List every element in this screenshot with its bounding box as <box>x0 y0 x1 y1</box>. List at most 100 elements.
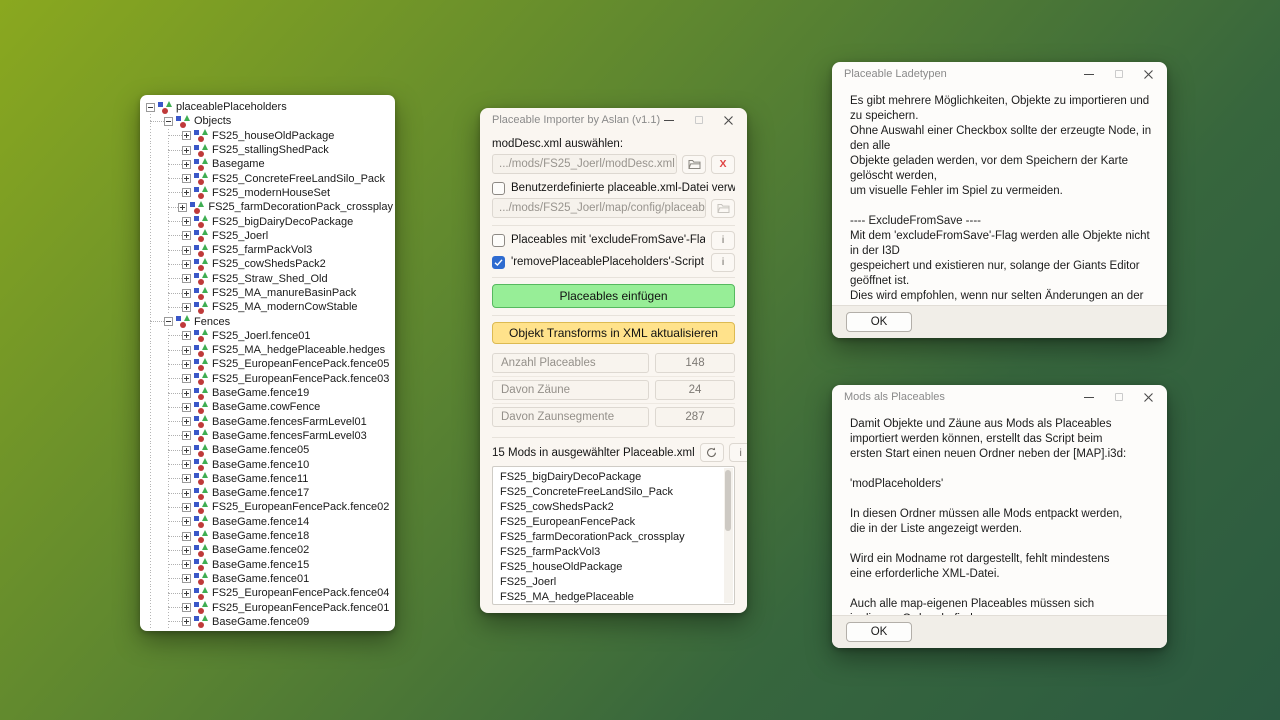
tree-expander-icon[interactable] <box>182 146 191 155</box>
tree-item[interactable]: FS25_MA_modernCowStable <box>140 300 393 314</box>
maximize-icon[interactable] <box>1113 392 1124 403</box>
tree-item[interactable]: BaseGame.fencesFarmLevel03 <box>140 429 393 443</box>
minimize-icon[interactable] <box>1083 69 1094 80</box>
tree-item[interactable]: BaseGame.fence05 <box>140 443 393 457</box>
tree-expander-icon[interactable] <box>182 131 191 140</box>
list-item[interactable]: FS25_cowShedsPack2 <box>493 500 734 515</box>
tree-item[interactable]: BaseGame.fence18 <box>140 529 393 543</box>
tree-expander-icon[interactable] <box>182 389 191 398</box>
tree-item[interactable]: BaseGame.fence15 <box>140 558 393 572</box>
close-icon[interactable] <box>1143 69 1154 80</box>
tree-expander-icon[interactable] <box>164 117 173 126</box>
tree-expander-icon[interactable] <box>182 246 191 255</box>
tree-expander-icon[interactable] <box>182 603 191 612</box>
clear-moddesc-button[interactable]: X <box>711 155 735 174</box>
ladetypen-titlebar[interactable]: Placeable Ladetypen <box>832 62 1167 86</box>
ok-button[interactable]: OK <box>846 622 912 642</box>
tree-expander-icon[interactable] <box>182 260 191 269</box>
tree-item[interactable]: FS25_houseOldPackage <box>140 129 393 143</box>
tree-expander-icon[interactable] <box>182 217 191 226</box>
insert-placeables-button[interactable]: Placeables einfügen <box>492 284 735 308</box>
tree-expander-icon[interactable] <box>178 203 187 212</box>
importer-titlebar[interactable]: Placeable Importer by Aslan (v1.1) <box>480 108 747 132</box>
list-item[interactable]: FS25_houseOldPackage <box>493 560 734 575</box>
refresh-button[interactable] <box>700 443 724 462</box>
tree-item[interactable]: FS25_stallingShedPack <box>140 143 393 157</box>
tree-expander-icon[interactable] <box>182 446 191 455</box>
tree-item[interactable]: FS25_bigDairyDecoPackage <box>140 214 393 228</box>
scrollbar-thumb[interactable] <box>725 470 731 531</box>
tree-item[interactable]: Fences <box>140 314 393 328</box>
tree-expander-icon[interactable] <box>164 317 173 326</box>
tree-item[interactable]: FS25_MA_manureBasinPack <box>140 286 393 300</box>
tree-expander-icon[interactable] <box>182 560 191 569</box>
ok-button[interactable]: OK <box>846 312 912 332</box>
tree-item[interactable]: FS25_EuropeanFencePack.fence02 <box>140 500 393 514</box>
tree-expander-icon[interactable] <box>182 617 191 626</box>
tree-item[interactable]: FS25_farmPackVol3 <box>140 243 393 257</box>
tree-item[interactable]: BaseGame.fence17 <box>140 486 393 500</box>
tree-item[interactable]: BaseGame.cowFence <box>140 400 393 414</box>
browse-moddesc-button[interactable] <box>682 155 706 174</box>
tree-item[interactable]: BaseGame.fence02 <box>140 543 393 557</box>
list-item[interactable]: FS25_bigDairyDecoPackage <box>493 470 734 485</box>
tree-expander-icon[interactable] <box>182 532 191 541</box>
list-item[interactable]: FS25_MA_hedgePlaceable <box>493 590 734 605</box>
tree-expander-icon[interactable] <box>182 374 191 383</box>
close-icon[interactable] <box>723 115 734 126</box>
mods-dialog-titlebar[interactable]: Mods als Placeables <box>832 385 1167 409</box>
tree-item[interactable]: BaseGame.fence09 <box>140 615 393 629</box>
custom-placeable-checkbox[interactable] <box>492 182 505 195</box>
exclude-from-save-checkbox[interactable] <box>492 234 505 247</box>
tree-item[interactable]: FS25_EuropeanFencePack.fence03 <box>140 372 393 386</box>
tree-item[interactable]: Objects <box>140 114 393 128</box>
list-item[interactable]: FS25_Joerl <box>493 575 734 590</box>
tree-item[interactable]: Basegame <box>140 157 393 171</box>
maximize-icon[interactable] <box>693 115 704 126</box>
tree-expander-icon[interactable] <box>182 231 191 240</box>
tree-item[interactable]: FS25_Straw_Shed_Old <box>140 272 393 286</box>
tree-expander-icon[interactable] <box>182 503 191 512</box>
tree-item[interactable]: FS25_EuropeanFencePack.fence04 <box>140 586 393 600</box>
mods-listbox[interactable]: FS25_bigDairyDecoPackage FS25_ConcreteFr… <box>492 466 735 605</box>
tree-expander-icon[interactable] <box>182 160 191 169</box>
list-item[interactable]: FS25_ConcreteFreeLandSilo_Pack <box>493 485 734 500</box>
tree-expander-icon[interactable] <box>182 574 191 583</box>
tree-expander-icon[interactable] <box>182 274 191 283</box>
browse-placeable-button[interactable] <box>711 199 735 218</box>
tree-expander-icon[interactable] <box>182 474 191 483</box>
tree-expander-icon[interactable] <box>182 331 191 340</box>
list-item[interactable]: FS25_farmDecorationPack_crossplay <box>493 530 734 545</box>
tree-expander-icon[interactable] <box>182 188 191 197</box>
tree-item[interactable]: BaseGame.fence11 <box>140 472 393 486</box>
tree-item[interactable]: FS25_modernHouseSet <box>140 186 393 200</box>
maximize-icon[interactable] <box>1113 69 1124 80</box>
tree-item[interactable]: FS25_EuropeanFencePack.fence01 <box>140 600 393 614</box>
remove-info-button[interactable]: i <box>711 253 735 272</box>
mods-info-button[interactable]: i <box>729 443 747 462</box>
tree-expander-icon[interactable] <box>182 517 191 526</box>
tree-expander-icon[interactable] <box>182 346 191 355</box>
scrollbar[interactable] <box>724 468 733 603</box>
list-item[interactable]: FS25_EuropeanFencePack <box>493 515 734 530</box>
moddesc-path-field[interactable]: .../mods/FS25_Joerl/modDesc.xml <box>492 154 677 174</box>
tree-item[interactable]: placeablePlaceholders <box>140 100 393 114</box>
close-icon[interactable] <box>1143 392 1154 403</box>
tree-item[interactable]: FS25_Joerl.fence01 <box>140 329 393 343</box>
tree-expander-icon[interactable] <box>182 403 191 412</box>
exclude-info-button[interactable]: i <box>711 231 735 250</box>
tree-item[interactable]: FS25_cowShedsPack2 <box>140 257 393 271</box>
list-item[interactable]: FS25_farmPackVol3 <box>493 545 734 560</box>
tree-item[interactable]: BaseGame.fence01 <box>140 572 393 586</box>
tree-expander-icon[interactable] <box>182 289 191 298</box>
tree-item[interactable]: FS25_MA_hedgePlaceable.hedges <box>140 343 393 357</box>
tree-item[interactable]: BaseGame.fencesFarmLevel01 <box>140 415 393 429</box>
minimize-icon[interactable] <box>1083 392 1094 403</box>
tree-item[interactable]: FS25_ConcreteFreeLandSilo_Pack <box>140 171 393 185</box>
tree-item[interactable]: BaseGame.fence19 <box>140 386 393 400</box>
tree-expander-icon[interactable] <box>182 460 191 469</box>
tree-expander-icon[interactable] <box>182 417 191 426</box>
tree-expander-icon[interactable] <box>182 303 191 312</box>
tree-item[interactable]: BaseGame.fence14 <box>140 515 393 529</box>
tree-expander-icon[interactable] <box>182 589 191 598</box>
